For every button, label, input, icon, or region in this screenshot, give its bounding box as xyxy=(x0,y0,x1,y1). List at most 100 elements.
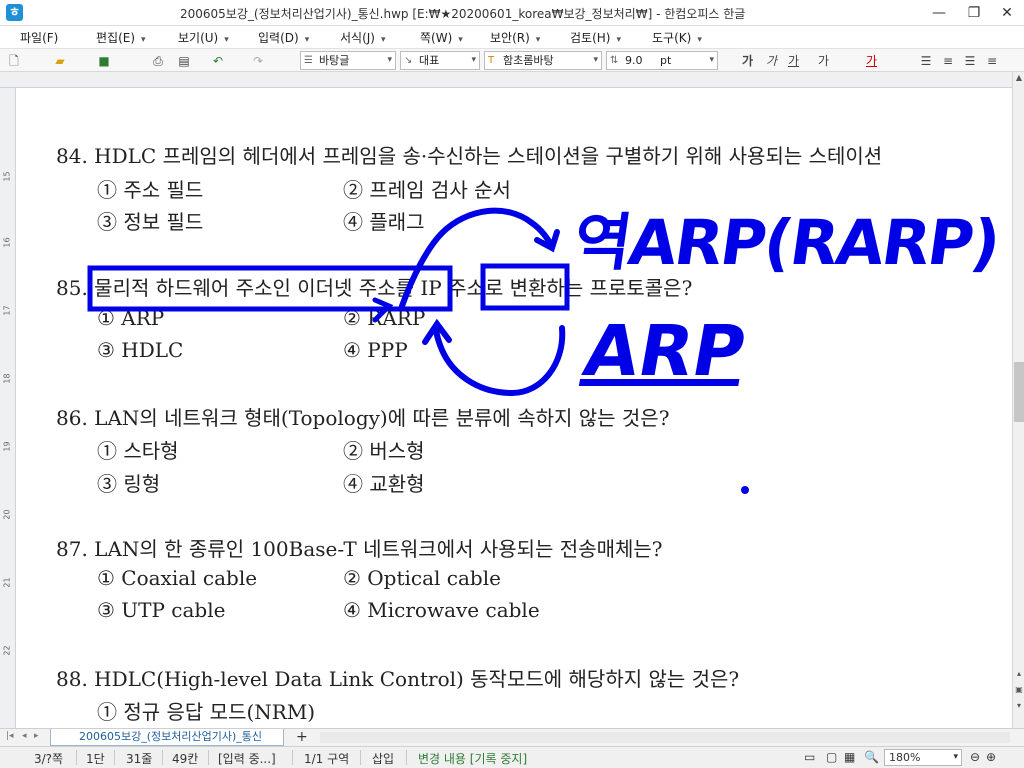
view-normal-icon[interactable]: ▭ xyxy=(804,750,815,764)
minimize-button[interactable]: — xyxy=(922,2,956,24)
font-size-combo[interactable]: ⇅ 9.0 pt ▾ xyxy=(606,51,718,70)
formatting-toolbar: 🗋 ▰ ■ ⎙ ▤ ↶ ↷ ☰ 바탕글 ▾ ↘ 대표 ▾ T 함초롬바탕 ▾ ⇅ 9.0 pt… xyxy=(0,48,1024,72)
print-icon[interactable]: ⎙ xyxy=(150,53,166,69)
status-line: 31줄 xyxy=(126,752,153,766)
pen-dot xyxy=(741,486,749,494)
divider xyxy=(360,750,361,765)
status-track-changes[interactable]: 변경 내용 [기록 중지] xyxy=(418,750,527,767)
vertical-scrollbar[interactable]: ▲ ▴ ▣ ▾ xyxy=(1012,72,1024,728)
italic-button[interactable]: 가 xyxy=(766,52,777,69)
underline-button[interactable]: 가 xyxy=(788,52,799,69)
divider xyxy=(162,750,163,765)
view-page-icon[interactable]: ▢ xyxy=(826,750,837,764)
chevron-down-icon: ▾ xyxy=(458,35,463,45)
tab-document[interactable]: 200605보강_(정보처리산업기사)_통신 xyxy=(50,729,284,746)
tab-next-icon[interactable]: ▸ xyxy=(34,731,39,741)
status-insert-mode[interactable]: 삽입 xyxy=(372,750,394,767)
divider xyxy=(76,750,77,765)
scroll-up-icon[interactable]: ▲ xyxy=(1013,72,1024,84)
menu-tools[interactable]: 도구(K) ▾ xyxy=(652,29,702,46)
arrow-curve-top xyxy=(399,207,555,309)
page-view-icon[interactable]: ▣ xyxy=(1013,684,1024,696)
language-combo[interactable]: ↘ 대표 ▾ xyxy=(400,51,480,70)
font-size-icon: ⇅ xyxy=(610,55,619,66)
preview-icon[interactable]: ▤ xyxy=(176,53,192,69)
align-left-icon[interactable]: ≡ xyxy=(940,53,956,69)
horizontal-ruler[interactable] xyxy=(0,72,1012,88)
close-button[interactable]: ✕ xyxy=(990,2,1024,24)
tab-prev-icon[interactable]: ◂ xyxy=(22,731,27,741)
align-right-icon[interactable]: ≡ xyxy=(984,53,1000,69)
highlight-box-ip-address xyxy=(480,263,570,311)
zoom-out-icon[interactable]: ⊖ xyxy=(970,750,980,764)
menu-page[interactable]: 쪽(W) ▾ xyxy=(420,29,463,46)
chevron-down-icon: ▾ xyxy=(380,35,386,45)
chevron-down-icon: ▾ xyxy=(953,752,958,762)
font-combo[interactable]: T 함초롬바탕 ▾ xyxy=(484,51,602,70)
chevron-down-icon: ▾ xyxy=(697,35,702,45)
chevron-down-icon: ▾ xyxy=(224,35,229,45)
divider xyxy=(292,750,293,765)
divider xyxy=(208,750,209,765)
status-page[interactable]: 3/?쪽 xyxy=(34,750,63,767)
tab-first-icon[interactable]: |◂ xyxy=(6,731,14,741)
menu-edit[interactable]: 편집(E) ▾ xyxy=(96,29,146,46)
status-input: [입력 중...] xyxy=(218,752,276,766)
align-center-icon[interactable]: ☰ xyxy=(962,53,978,69)
ruler-number: 17 xyxy=(2,305,12,316)
restore-button[interactable]: ❐ xyxy=(957,2,991,24)
chevron-down-icon: ▾ xyxy=(387,55,392,65)
status-section: 1/1 구역 xyxy=(304,752,350,766)
status-char: 49칸 xyxy=(172,752,199,766)
chevron-down-icon: ▾ xyxy=(709,55,714,65)
ruler-number: 22 xyxy=(2,645,12,656)
status-bar: 3/?쪽 1단 31줄 49칸 [입력 중...] 1/1 구역 삽입 변경 내… xyxy=(0,746,1024,768)
add-tab-button[interactable]: + xyxy=(296,729,308,745)
menu-bar: 파일(F) 편집(E) ▾ 보기(U) ▾ 입력(D) ▾ 서식(J) ▾ 쪽(W) ▾ … xyxy=(0,26,1024,71)
pen-annotation-layer xyxy=(87,207,749,494)
save-icon[interactable]: ■ xyxy=(96,53,112,69)
menu-review[interactable]: 검토(H) ▾ xyxy=(570,29,621,46)
handwritten-note-arp: ARP xyxy=(577,310,752,392)
handwritten-note-rarp: 역ARP(RARP) xyxy=(569,206,1004,279)
status-column: 1단 xyxy=(86,752,105,766)
divider xyxy=(406,750,407,765)
ruler-number: 19 xyxy=(2,441,12,452)
chevron-down-icon: ▾ xyxy=(616,35,621,45)
ruler-number: 21 xyxy=(2,577,12,588)
view-full-icon[interactable]: ▦ xyxy=(844,750,855,764)
ruler-number: 20 xyxy=(2,509,12,520)
ruler-number: 18 xyxy=(2,373,12,384)
document-tab-bar: |◂ ◂ ▸ 200605보강_(정보처리산업기사)_통신 + xyxy=(0,728,1024,746)
undo-icon[interactable]: ↶ xyxy=(210,53,226,69)
horizontal-scrollbar[interactable] xyxy=(320,732,1010,743)
menu-format[interactable]: 서식(J) ▾ xyxy=(340,29,386,46)
zoom-in-icon[interactable]: ⊕ xyxy=(986,750,996,764)
chevron-down-icon: ▾ xyxy=(471,55,476,65)
open-folder-icon[interactable]: ▰ xyxy=(52,53,68,69)
zoom-select[interactable]: 180% ▾ xyxy=(884,749,962,766)
menu-file[interactable]: 파일(F) xyxy=(20,29,58,46)
document-canvas[interactable]: 84. HDLC 프레임의 헤더에서 프레임을 송·수신하는 스테이션을 구별하… xyxy=(17,88,1012,728)
page-up-icon[interactable]: ▴ xyxy=(1013,668,1024,680)
vertical-ruler[interactable]: 15 16 17 18 19 20 21 22 xyxy=(0,88,16,728)
align-justify-icon[interactable]: ☰ xyxy=(918,53,934,69)
menu-view[interactable]: 보기(U) ▾ xyxy=(178,29,229,46)
redo-icon[interactable]: ↷ xyxy=(250,53,266,69)
divider xyxy=(114,750,115,765)
zoom-magnifier-icon[interactable]: 🔍 xyxy=(864,750,879,764)
page-down-icon[interactable]: ▾ xyxy=(1013,700,1024,712)
hwp-app-icon[interactable]: ㅎ xyxy=(6,4,23,21)
bold-button[interactable]: 가 xyxy=(742,52,753,69)
new-document-icon[interactable]: 🗋 xyxy=(6,53,22,69)
chevron-down-icon: ▾ xyxy=(593,55,598,65)
strikethrough-button[interactable]: 가 xyxy=(818,52,829,69)
scrollbar-thumb[interactable] xyxy=(1014,362,1024,422)
style-combo[interactable]: ☰ 바탕글 ▾ xyxy=(300,51,396,70)
menu-security[interactable]: 보안(R) ▾ xyxy=(490,29,540,46)
font-color-button[interactable]: 가 xyxy=(866,52,877,69)
menu-insert[interactable]: 입력(D) ▾ xyxy=(258,29,309,46)
font-icon: T xyxy=(488,55,495,66)
arrow-curve-bottom xyxy=(433,321,566,397)
ruler-number: 15 xyxy=(2,171,12,182)
